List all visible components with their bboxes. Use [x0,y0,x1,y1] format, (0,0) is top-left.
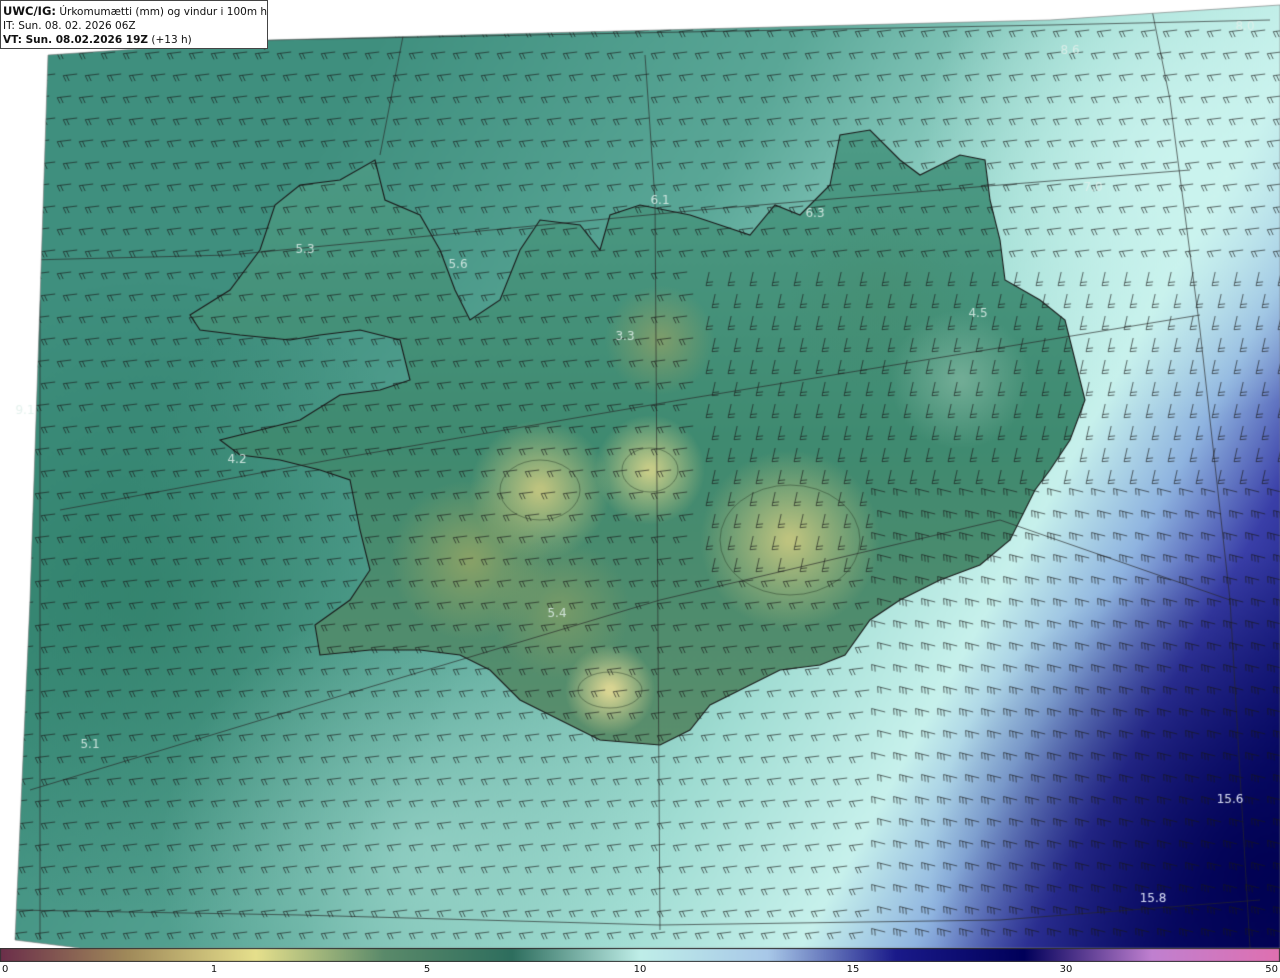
title-line: UWC/IG: Úrkomumætti (mm) og vindur i 100… [3,4,267,19]
colorbar-tick: 1 [210,964,218,975]
field-label: Úrkomumætti (mm) og vindur i 100m hæð [59,6,268,18]
info-box: UWC/IG: Úrkomumætti (mm) og vindur i 100… [0,0,268,49]
forecast-offset: (+13 h) [151,34,192,46]
colorbar [0,948,1280,962]
colorbar-tick: 15 [846,964,860,975]
colorbar-tick: 50 [1265,964,1278,975]
init-time: IT: Sun. 08. 02. 2026 06Z [3,20,136,32]
model-label: UWC/IG: [3,4,56,18]
colorbar-ticks: 0 1 5 10 15 30 50 [0,962,1280,978]
precipitation-wind-map [0,0,1280,948]
colorbar-tick: 0 [2,964,9,975]
colorbar-tick: 30 [1059,964,1073,975]
valid-time-line: VT: Sun. 08.02.2026 19Z (+13 h) [3,33,263,47]
colorbar-tick: 10 [633,964,647,975]
colorbar-tick: 5 [423,964,431,975]
valid-time: VT: Sun. 08.02.2026 19Z [3,34,149,46]
